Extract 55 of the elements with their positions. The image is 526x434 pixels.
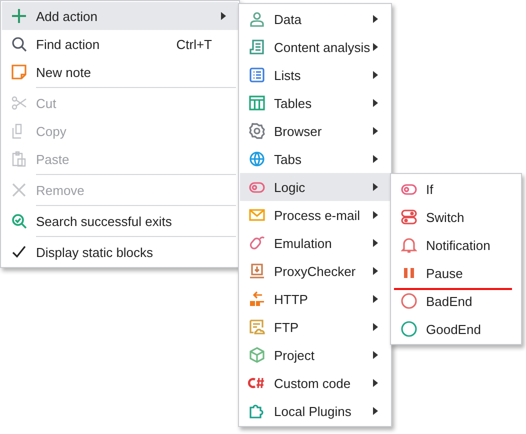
gear-icon	[249, 123, 265, 139]
menu-item[interactable]: Tabs	[240, 145, 390, 173]
cloud-document-icon	[249, 319, 265, 335]
globe-icon	[249, 151, 265, 167]
bell-icon	[401, 237, 417, 253]
cube-icon	[249, 347, 265, 363]
menu-item[interactable]: Project	[240, 341, 390, 369]
menu-item[interactable]: Tables	[240, 89, 390, 117]
menu-item[interactable]: Notification	[392, 231, 520, 259]
toggle-icon	[401, 181, 417, 197]
menu-item[interactable]: New note	[2, 58, 238, 86]
circle-icon	[401, 321, 417, 337]
menu-item[interactable]: If	[392, 175, 520, 203]
envelope-icon	[249, 207, 265, 223]
menu-item[interactable]: Search successful exits	[2, 207, 238, 235]
code-icon	[248, 375, 266, 391]
toggle-icon	[249, 179, 265, 195]
table-icon	[249, 95, 265, 111]
menu-item[interactable]: Lists	[240, 61, 390, 89]
menu-item[interactable]: Find action Ctrl+T	[2, 30, 238, 58]
switch-icon	[401, 209, 417, 225]
plus-icon	[11, 8, 27, 24]
menu-item[interactable]: BadEnd	[392, 287, 520, 315]
get-arrow-icon	[249, 291, 265, 307]
note-icon	[11, 64, 27, 80]
menu-item[interactable]: Pause	[392, 259, 520, 287]
mouse-icon	[249, 235, 265, 251]
menu-item[interactable]: Logic	[240, 173, 390, 201]
menu-item[interactable]: HTTP	[240, 285, 390, 313]
menu-item[interactable]: Process e-mail	[240, 201, 390, 229]
menu-item[interactable]: Emulation	[240, 229, 390, 257]
person-icon	[249, 11, 265, 27]
menu-item[interactable]: Local Plugins	[240, 397, 390, 425]
menu-item[interactable]: Add action	[2, 2, 238, 30]
document-icon	[249, 39, 265, 55]
menu-item[interactable]: Display static blocks	[2, 238, 238, 266]
menu-item[interactable]: Data	[240, 5, 390, 33]
search-check-icon	[11, 213, 27, 229]
menu-item[interactable]: ProxyChecker	[240, 257, 390, 285]
menu-item[interactable]: FTP	[240, 313, 390, 341]
search-icon	[11, 36, 27, 52]
menu-item[interactable]: Switch	[392, 203, 520, 231]
puzzle-icon	[249, 403, 265, 419]
shortcut-text: Ctrl+T	[176, 36, 212, 52]
circle-icon	[401, 293, 417, 309]
menu-item[interactable]: Browser	[240, 117, 390, 145]
menu-item[interactable]: Custom code	[240, 369, 390, 397]
pause-icon	[401, 265, 417, 281]
scissors-icon	[11, 95, 27, 111]
menu-item[interactable]: Content analysis	[240, 33, 390, 61]
menu-item[interactable]: GoodEnd	[392, 315, 520, 343]
close-icon	[11, 182, 27, 198]
download-icon	[249, 263, 265, 279]
clipboard-icon	[11, 151, 27, 167]
list-icon	[249, 67, 265, 83]
